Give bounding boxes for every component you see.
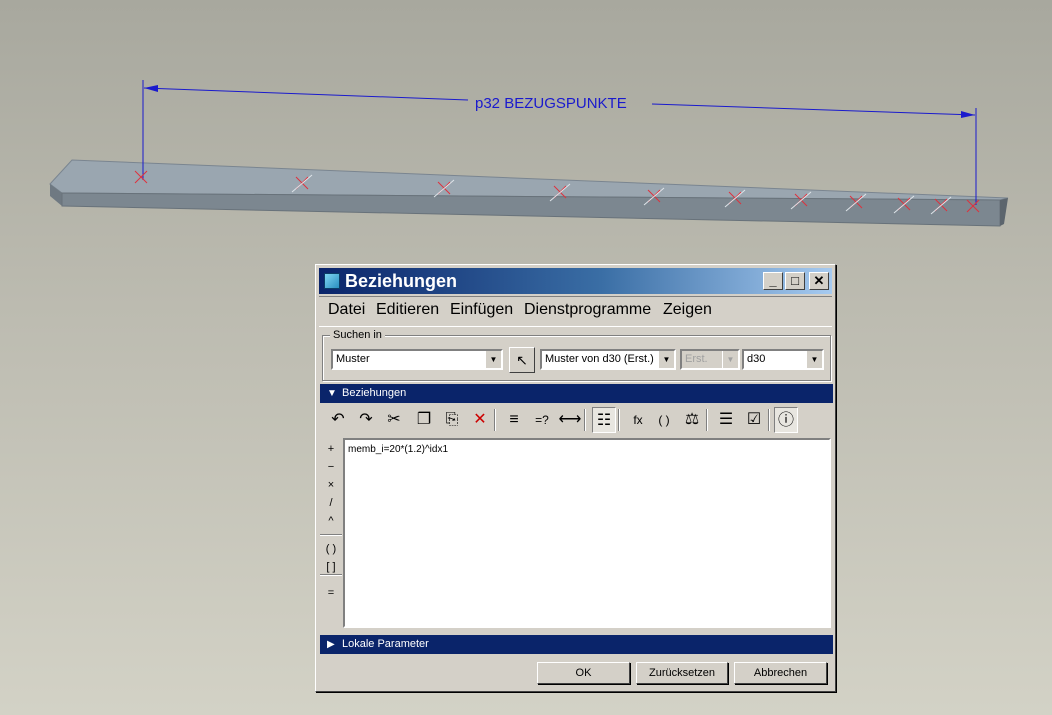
undo-button[interactable]: ↶ (326, 407, 350, 433)
insert-unit-icon: ⚖ (684, 411, 700, 428)
toolbar-separator (768, 409, 770, 431)
redo-icon: ↷ (359, 411, 373, 428)
chevron-down-icon: ▼ (806, 351, 822, 368)
operator-parentheses-button[interactable]: ( ) (320, 540, 342, 558)
insert-parameter-button[interactable]: ( ) (652, 407, 676, 433)
app-icon (324, 273, 340, 289)
search-type-combo[interactable]: Muster ▼ (331, 349, 503, 370)
ok-button[interactable]: OK (537, 662, 630, 684)
paste-button[interactable]: ⎘ (440, 407, 464, 433)
operator-minus-button[interactable]: − (320, 458, 342, 476)
relation-line: memb_i=20*(1.2)^idx1 (348, 444, 449, 455)
copy-button[interactable]: ❐ (412, 407, 436, 433)
insert-parameter-icon: ( ) (658, 413, 670, 427)
menu-bar: Datei Editieren Einfügen Dienstprogramme… (319, 296, 832, 327)
relations-section-header[interactable]: ▼ Beziehungen (320, 384, 833, 403)
search-in-label: Suchen in (330, 329, 385, 341)
search-target-combo[interactable]: Muster von d30 (Erst.) · ▼ (540, 349, 676, 370)
redo-button[interactable]: ↷ (354, 407, 378, 433)
dimension-combo[interactable]: d30 ▼ (742, 349, 824, 370)
chevron-down-icon: ▼ (722, 351, 738, 368)
dimension-line-left (143, 87, 469, 101)
collapse-triangle-icon: ▼ (327, 388, 337, 399)
copy-icon: ❐ (416, 411, 432, 428)
menu-einfuegen[interactable]: Einfügen (450, 301, 513, 319)
toolbar-separator (494, 409, 496, 431)
part-end-face (1000, 198, 1008, 226)
menu-dienstprogramme[interactable]: Dienstprogramme (524, 301, 651, 319)
evaluate-button[interactable]: =? (530, 407, 554, 433)
operator-equals-button[interactable]: = (320, 584, 342, 602)
mode-value: Erst. (685, 353, 708, 365)
cut-button[interactable]: ✂ (382, 407, 406, 433)
dimension-value: d30 (747, 353, 766, 365)
toolbar-separator (706, 409, 708, 431)
menu-editieren[interactable]: Editieren (376, 301, 439, 319)
cancel-button[interactable]: Abbrechen (734, 662, 827, 684)
mode-combo[interactable]: Erst. ▼ (680, 349, 740, 370)
sort-relations-icon: ☷ (596, 412, 612, 429)
reset-button[interactable]: Zurücksetzen (636, 662, 728, 684)
minimize-button[interactable]: _ (763, 272, 783, 290)
delete-icon: ✕ (473, 411, 487, 428)
evaluate-icon: =? (535, 413, 549, 427)
operator-divide-button[interactable]: / (320, 494, 342, 512)
operator-separator (320, 534, 342, 536)
menu-datei[interactable]: Datei (328, 301, 365, 319)
dimension-arrow-right (961, 111, 975, 118)
operator-plus-button[interactable]: + (320, 440, 342, 458)
operator-separator (320, 574, 342, 576)
relations-header-label: Beziehungen (342, 387, 407, 399)
insert-function-button[interactable]: fx (626, 407, 650, 433)
undo-icon: ↶ (331, 411, 345, 428)
switch-dimensions-icon: ≡ (509, 411, 519, 428)
maximize-button[interactable]: □ (785, 272, 805, 290)
delete-button[interactable]: ✕ (468, 407, 492, 433)
info-icon: ⓘ (777, 412, 794, 429)
local-parameters-label: Lokale Parameter (342, 638, 429, 650)
close-button[interactable]: ✕ (809, 272, 829, 290)
chevron-down-icon: ▼ (485, 351, 501, 368)
model-viewport[interactable]: p32 BEZUGSPUNKTE (0, 0, 1052, 260)
dimension-label: p32 BEZUGSPUNKTE (475, 95, 627, 112)
expand-triangle-icon: ▶ (327, 639, 335, 650)
toolbar-separator (584, 409, 586, 431)
local-parameters-icon: ☰ (718, 411, 734, 428)
operator-power-button[interactable]: ^ (320, 512, 342, 530)
dimension-arrow-left (144, 85, 158, 92)
info-button[interactable]: ⓘ (774, 407, 798, 433)
dialog-title: Beziehungen (345, 271, 458, 291)
insert-function-icon: fx (633, 413, 643, 427)
search-target-value: Muster von d30 (Erst.) · (545, 353, 661, 365)
relations-editor[interactable]: memb_i=20*(1.2)^idx1 (343, 438, 831, 628)
verify-relations-button[interactable]: ☑ (742, 407, 766, 433)
title-bar[interactable]: Beziehungen _ □ ✕ (319, 268, 832, 294)
local-parameters-button[interactable]: ☰ (714, 407, 738, 433)
chevron-down-icon: ▼ (658, 351, 674, 368)
verify-relations-icon: ☑ (746, 411, 762, 428)
select-item-button[interactable]: ↖ (509, 347, 535, 373)
switch-dimensions-button[interactable]: ≡ (502, 407, 526, 433)
model-graphics: p32 BEZUGSPUNKTE (49, 80, 1009, 227)
sort-relations-button[interactable]: ☷ (592, 407, 616, 433)
local-parameters-header[interactable]: ▶ Lokale Parameter (320, 635, 833, 654)
toolbar-separator (618, 409, 620, 431)
insert-unit-button[interactable]: ⚖ (680, 407, 704, 433)
menu-zeigen[interactable]: Zeigen (663, 301, 712, 319)
dimension-line-right (651, 103, 976, 116)
arrow-cursor-icon: ↖ (516, 352, 528, 368)
display-dimension-icon: ⟷ (558, 411, 582, 428)
relations-toolbar: ↶ ↷ ✂ ❐ ⎘ ✕ ≡ =? ⟷ ☷ fx ( ) ⚖ ☰ ☑ ⓘ (322, 406, 831, 436)
operator-multiply-button[interactable]: × (320, 476, 342, 494)
paste-icon: ⎘ (445, 411, 459, 428)
relations-dialog: Beziehungen _ □ ✕ Datei Editieren Einfüg… (315, 264, 836, 692)
display-dimension-button[interactable]: ⟷ (558, 407, 582, 433)
cut-icon: ✂ (387, 411, 401, 428)
search-type-value: Muster (336, 353, 370, 365)
